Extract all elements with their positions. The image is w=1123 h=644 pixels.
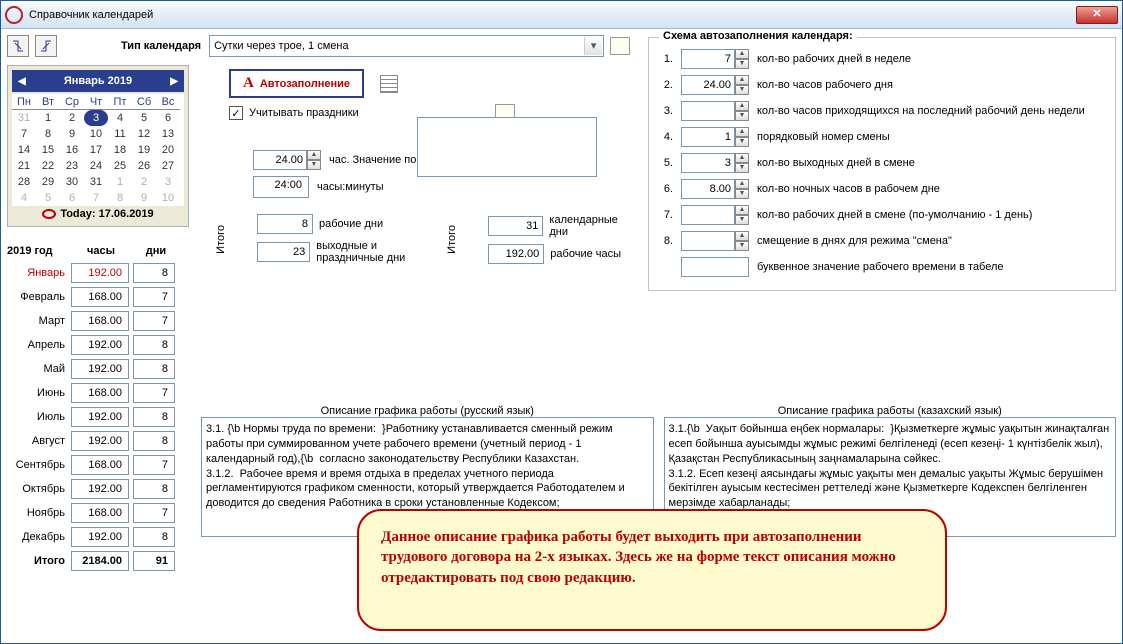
cal-next-icon[interactable]: ▶	[170, 76, 178, 87]
autofill-scheme-group: Схема автозаполнения календаря: 1. ▲▼ ко…	[648, 37, 1116, 291]
calendar-type-combo[interactable]: Сутки через трое, 1 смена ▾	[209, 35, 604, 57]
scheme-row: 7. ▲▼ кол-во рабочих дней в смене (по-ум…	[659, 202, 1105, 228]
itogo-label-2: Итого	[446, 225, 458, 254]
letter-a-icon: A	[243, 75, 254, 92]
type-label: Тип календаря	[121, 40, 201, 52]
scheme-spinbox[interactable]: ▲▼	[681, 231, 749, 251]
month-row: Август192.008	[7, 429, 195, 453]
itogo-label-1: Итого	[215, 225, 227, 254]
scheme-row: 6. ▲▼ кол-во ночных часов в рабочем дне	[659, 176, 1105, 202]
scheme-row: 5. ▲▼ кол-во выходных дней в смене	[659, 150, 1105, 176]
scheme-row: 4. ▲▼ порядковый номер смены	[659, 124, 1105, 150]
hours-spinbox[interactable]: ▲▼	[253, 150, 321, 170]
holidays-checkbox[interactable]	[229, 106, 243, 120]
scheme-spinbox[interactable]: ▲▼	[681, 101, 749, 121]
scheme-spinbox[interactable]: ▲▼	[681, 205, 749, 225]
cal-prev-icon[interactable]: ◀	[18, 76, 26, 87]
scheme-row: 1. ▲▼ кол-во рабочих дней в неделе	[659, 46, 1105, 72]
scheme-spinbox[interactable]: ▲▼	[681, 153, 749, 173]
month-calendar[interactable]: ◀ Январь 2019 ▶ Пн Вт Ср Чт Пт Сб Вс 311…	[7, 65, 189, 227]
callout-note: Данное описание графика работы будет вых…	[357, 509, 947, 631]
cal-weekday-row: Пн Вт Ср Чт Пт Сб Вс	[12, 94, 184, 110]
letter-field[interactable]	[681, 257, 749, 277]
month-row: Июль192.008	[7, 405, 195, 429]
notes-textarea[interactable]	[417, 117, 597, 177]
scheme-spinbox[interactable]: ▲▼	[681, 127, 749, 147]
title-bar: Справочник календарей ✕	[1, 1, 1122, 29]
cal-today[interactable]: Today: 17.06.2019	[12, 206, 184, 222]
window-title: Справочник календарей	[29, 9, 1076, 21]
month-row: Май192.008	[7, 357, 195, 381]
scheme-spinbox[interactable]: ▲▼	[681, 49, 749, 69]
hours-minutes-field[interactable]: 24:00	[253, 176, 309, 198]
desc-kz-header: Описание графика работы (казахский язык)	[664, 405, 1117, 417]
month-row: Декабрь192.008	[7, 525, 195, 549]
month-row: Март168.007	[7, 309, 195, 333]
month-row: Апрель192.008	[7, 333, 195, 357]
close-button[interactable]: ✕	[1076, 6, 1118, 24]
today-ring-icon	[42, 209, 56, 219]
autofill-button[interactable]: A Автозаполнение	[229, 69, 364, 98]
month-row: Октябрь192.008	[7, 477, 195, 501]
year-summary-table: 2019 год часы дни Январь192.008Февраль16…	[7, 245, 195, 573]
scheme-spinbox[interactable]: ▲▼	[681, 179, 749, 199]
month-row: Июнь168.007	[7, 381, 195, 405]
tree-expand-button[interactable]	[7, 35, 29, 57]
scheme-row: 8. ▲▼ смещение в днях для режима "смена"	[659, 228, 1105, 254]
scheme-spinbox[interactable]: ▲▼	[681, 75, 749, 95]
scheme-row: 3. ▲▼ кол-во часов приходящихся на после…	[659, 98, 1105, 124]
chevron-down-icon[interactable]: ▾	[584, 37, 602, 55]
month-row: Ноябрь168.007	[7, 501, 195, 525]
month-row: Январь192.008	[7, 261, 195, 285]
cal-month-year: Январь 2019	[64, 75, 132, 87]
tree-collapse-button[interactable]	[35, 35, 57, 57]
month-row: Февраль168.007	[7, 285, 195, 309]
holidays-checkbox-label: Учитывать праздники	[249, 107, 359, 119]
scheme-row: 2. ▲▼ кол-во часов рабочего дня	[659, 72, 1105, 98]
app-icon	[5, 6, 23, 24]
desc-ru-header: Описание графика работы (русский язык)	[201, 405, 654, 417]
lookup-icon[interactable]	[610, 37, 630, 55]
calendar-grid-icon[interactable]	[380, 75, 398, 93]
month-row: Сентябрь168.007	[7, 453, 195, 477]
